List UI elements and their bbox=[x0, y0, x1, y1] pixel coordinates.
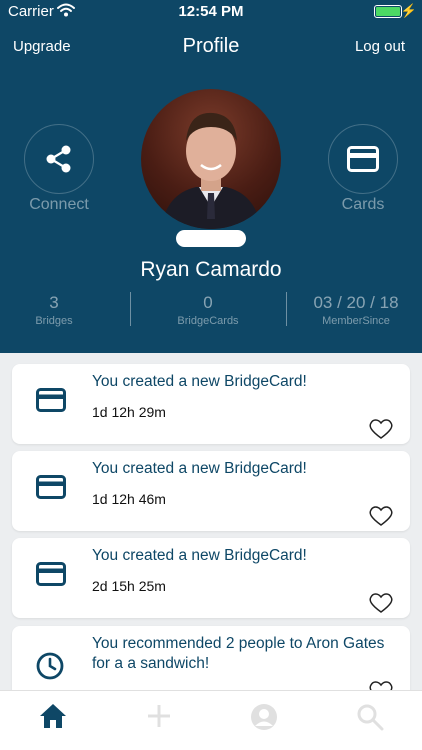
feed-item-title: You recommended 2 people to Aron Gates f… bbox=[92, 635, 385, 672]
stat-divider bbox=[130, 292, 131, 326]
card-icon bbox=[36, 388, 66, 412]
stat-value: 03 / 20 / 18 bbox=[313, 293, 399, 312]
stat-member-since: 03 / 20 / 18 MemberSince bbox=[296, 293, 416, 327]
feed-item-time: 2d 15h 25m bbox=[92, 578, 166, 594]
connect-label: Connect bbox=[29, 196, 89, 213]
card-icon bbox=[36, 562, 66, 586]
feed-item-time: 1d 12h 46m bbox=[92, 491, 166, 507]
avatar[interactable] bbox=[141, 89, 281, 229]
stat-label: Bridges bbox=[35, 315, 73, 327]
feed-item-title: You created a new BridgeCard! bbox=[92, 460, 307, 477]
feed-item[interactable]: You created a new BridgeCard! 2d 15h 25m bbox=[12, 538, 410, 618]
stat-label: MemberSince bbox=[322, 315, 390, 327]
battery-icon bbox=[374, 5, 402, 18]
feed-item-time: 1d 12h 29m bbox=[92, 404, 166, 420]
profile-header: Carrier 12:54 PM ⚡ Upgrade Profile Log o… bbox=[0, 0, 422, 353]
status-bar: Carrier 12:54 PM ⚡ bbox=[0, 0, 422, 24]
status-time: 12:54 PM bbox=[178, 3, 244, 20]
feed-item[interactable]: You created a new BridgeCard! 1d 12h 46m bbox=[12, 451, 410, 531]
stat-label: BridgeCards bbox=[177, 315, 239, 327]
profile-icon[interactable] bbox=[250, 703, 278, 731]
stat-bridges: 3 Bridges bbox=[14, 293, 94, 327]
tab-bar bbox=[0, 690, 422, 750]
feed-item-title: You created a new BridgeCard! bbox=[92, 547, 307, 564]
plus-icon[interactable] bbox=[146, 703, 172, 729]
card-icon bbox=[347, 146, 379, 172]
logout-button[interactable]: Log out bbox=[355, 38, 405, 55]
clock-icon bbox=[36, 652, 64, 680]
feed-item[interactable]: You created a new BridgeCard! 1d 12h 29m bbox=[12, 364, 410, 444]
stat-value: 3 bbox=[49, 293, 59, 312]
stat-bridgecards: 0 BridgeCards bbox=[158, 293, 258, 327]
share-icon bbox=[46, 145, 71, 173]
feed-item-title: You created a new BridgeCard! bbox=[92, 373, 307, 390]
heart-icon[interactable] bbox=[368, 505, 394, 527]
connect-button[interactable] bbox=[24, 124, 94, 194]
heart-icon[interactable] bbox=[368, 418, 394, 440]
cards-label: Cards bbox=[341, 196, 385, 213]
stat-divider bbox=[286, 292, 287, 326]
card-icon bbox=[36, 475, 66, 499]
search-icon[interactable] bbox=[356, 703, 384, 731]
user-name: Ryan Camardo bbox=[140, 258, 282, 281]
home-icon[interactable] bbox=[39, 703, 67, 729]
stat-value: 0 bbox=[203, 293, 213, 312]
charging-icon: ⚡ bbox=[400, 3, 417, 18]
avatar-pill[interactable] bbox=[176, 230, 246, 247]
heart-icon[interactable] bbox=[368, 592, 394, 614]
cards-button[interactable] bbox=[328, 124, 398, 194]
